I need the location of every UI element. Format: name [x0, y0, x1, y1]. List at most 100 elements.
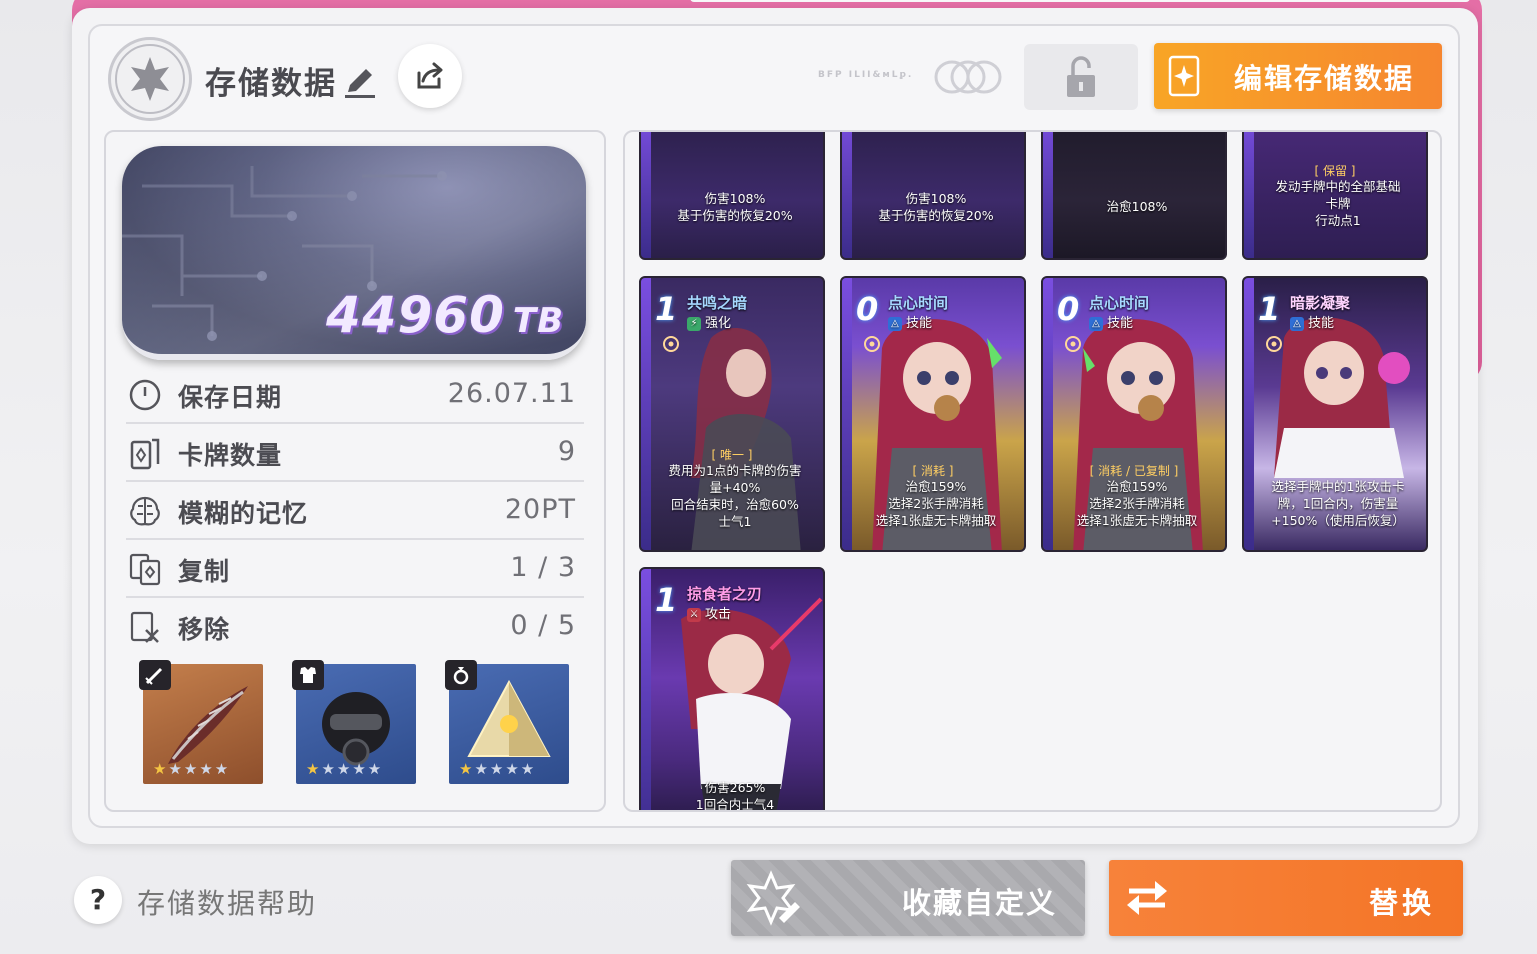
equipment-armor[interactable]: ★★★★★: [292, 660, 416, 784]
card-shadow-gather[interactable]: 1 暗影凝聚 ◬ 技能 选择手牌中的1张攻击卡 牌，1回合内，伤害量 +150%（…: [1242, 276, 1428, 552]
card-desc-line: 1回合内士气4: [695, 797, 775, 812]
card-desc-line: +150%（使用后恢复）: [1271, 513, 1405, 528]
armor-icon: [292, 660, 324, 690]
card-desc-line: 基于伤害的恢复20%: [878, 208, 994, 223]
top-strip: [690, 0, 1470, 2]
help-icon[interactable]: ?: [74, 876, 122, 924]
favorite-custom-label: 收藏自定义: [901, 886, 1057, 920]
ring-icon: [445, 660, 477, 690]
card-desc-line: 基于伤害的恢复20%: [677, 208, 793, 223]
card-kind: ◬ 技能: [1089, 312, 1133, 331]
card-tag: [ 唯一 ]: [711, 448, 753, 462]
card-cost: 1: [655, 290, 678, 328]
target-icon: [1065, 336, 1081, 352]
share-button[interactable]: [398, 44, 462, 108]
equipment-accessory[interactable]: ★★★★★: [445, 660, 569, 784]
card-strip: [1043, 278, 1053, 550]
card-strip: [641, 278, 651, 550]
card-desc-line: 治愈108%: [1106, 199, 1168, 214]
card-description: 选择手牌中的1张攻击卡 牌，1回合内，伤害量 +150%（使用后恢复）: [1256, 478, 1420, 529]
brain-icon: [130, 496, 160, 526]
swap-arrows-icon: [1127, 881, 1167, 915]
card-cost: 0: [1057, 290, 1080, 328]
card-partial[interactable]: 伤害108% 基于伤害的恢复20%: [639, 132, 825, 260]
favorite-custom-button[interactable]: 收藏自定义: [731, 860, 1085, 936]
stat-label: 保存日期: [178, 383, 283, 412]
card-strip: [842, 132, 852, 258]
card-description: 治愈108%: [1055, 198, 1219, 215]
stat-row-save-date: 保存日期 26.07.11: [126, 366, 584, 424]
card-snack-time-copy[interactable]: 0 点心时间 ◬ 技能 [ 消耗 / 已复制 ] 治愈159% 选择2张手牌消耗 …: [1041, 276, 1227, 552]
card-partial[interactable]: [ 保留 ] 发动手牌中的全部基础 卡牌 行动点1: [1242, 132, 1428, 260]
card-description: 伤害265% 1回合内士气4: [653, 779, 817, 812]
card-strip: [1244, 132, 1254, 258]
stat-row-memory: 模糊的记忆 20PT: [126, 482, 584, 540]
card-resonance-dark[interactable]: 1 共鸣之暗 ⚡ 强化 [ 唯一 ] 费用为1点的卡牌的伤害 量+40% 回合结束…: [639, 276, 825, 552]
page-title: 存储数据: [205, 66, 337, 102]
card-desc-line: 伤害265%: [704, 780, 766, 795]
rarity-stars: ★★★★★: [306, 760, 384, 778]
card-strip: [1244, 278, 1254, 550]
card-strip: [842, 278, 852, 550]
target-icon: [663, 336, 679, 352]
card-desc-line: 选择1张虚无卡牌抽取: [1076, 513, 1198, 528]
card-list-panel: 伤害108% 基于伤害的恢复20% 伤害108% 基于伤害的恢复20% 治愈10…: [623, 130, 1442, 812]
stat-value: 1 / 3: [510, 552, 576, 583]
card-predator-blade[interactable]: 1 掠食者之刃 ⚔ 攻击 伤害265% 1回合内士气4: [639, 567, 825, 812]
share-icon: [417, 62, 443, 89]
replace-button[interactable]: 替换: [1109, 860, 1463, 936]
storage-number: 44960: [325, 286, 505, 344]
card-name: 掠食者之刃: [687, 585, 763, 603]
card-kind: ⚡ 强化: [687, 312, 731, 331]
equipment-weapon[interactable]: ★★★★★: [139, 660, 263, 784]
edit-name-icon[interactable]: [342, 64, 378, 100]
faded-logo-text: BFP ILII&ᴍLꝑ.: [818, 70, 914, 80]
sword-icon: [139, 660, 171, 690]
card-desc-line: 选择1张虚无卡牌抽取: [875, 513, 997, 528]
card-kind: ⚔ 攻击: [687, 603, 731, 622]
card-desc-line: 伤害108%: [905, 191, 967, 206]
card-cost: 1: [655, 581, 678, 619]
help-link[interactable]: 存储数据帮助: [137, 882, 317, 922]
star-edit-icon: [746, 870, 800, 926]
stat-row-remove: 移除 0 / 5: [126, 598, 584, 656]
copy-cards-icon: [129, 553, 161, 586]
remove-card-icon: [130, 611, 159, 643]
card-description: 发动手牌中的全部基础 卡牌 行动点1: [1256, 178, 1420, 229]
card-kind-label: 技能: [1308, 316, 1335, 331]
stat-label: 移除: [178, 615, 231, 644]
card-kind-label: 技能: [1107, 316, 1134, 331]
target-icon: [1266, 336, 1282, 352]
stat-value: 0 / 5: [510, 610, 576, 641]
card-desc-line: 士气1: [718, 514, 752, 529]
target-icon: [864, 336, 880, 352]
card-strip: [641, 132, 651, 258]
unlock-icon: [1067, 56, 1095, 97]
edit-storage-data-button[interactable]: 编辑存储数据: [1154, 43, 1442, 109]
stat-value: 9: [557, 436, 576, 467]
lock-button[interactable]: [1024, 44, 1138, 110]
card-partial[interactable]: 伤害108% 基于伤害的恢复20%: [840, 132, 1026, 260]
card-kind-label: 攻击: [705, 607, 732, 622]
storage-unit: TB: [512, 301, 564, 341]
card-desc-line: 行动点1: [1315, 213, 1361, 228]
card-cost: 1: [1258, 290, 1281, 328]
replace-label: 替换: [1368, 886, 1435, 920]
card-kind-label: 技能: [906, 316, 933, 331]
card-desc-line: 治愈159%: [1106, 479, 1168, 494]
stat-label: 复制: [178, 557, 231, 586]
card-partial[interactable]: 治愈108%: [1041, 132, 1227, 260]
edit-storage-data-label: 编辑存储数据: [1234, 62, 1415, 95]
card-edit-icon: [1168, 55, 1200, 97]
stat-row-card-count: 卡牌数量 9: [126, 424, 584, 482]
card-strip: [641, 569, 651, 810]
stat-label: 模糊的记忆: [178, 499, 309, 528]
stat-row-copy: 复制 1 / 3: [126, 540, 584, 598]
clock-icon: [129, 379, 161, 411]
card-kind-label: 强化: [705, 316, 732, 331]
card-description: 伤害108% 基于伤害的恢复20%: [854, 190, 1018, 224]
rarity-stars: ★★★★★: [459, 760, 537, 778]
card-tag: [ 消耗 / 已复制 ]: [1089, 464, 1179, 478]
card-snack-time[interactable]: 0 点心时间 ◬ 技能 [ 消耗 ] 治愈159% 选择2张手牌消耗 选择1张虚无…: [840, 276, 1026, 552]
card-description: 治愈159% 选择2张手牌消耗 选择1张虚无卡牌抽取: [1055, 478, 1219, 529]
